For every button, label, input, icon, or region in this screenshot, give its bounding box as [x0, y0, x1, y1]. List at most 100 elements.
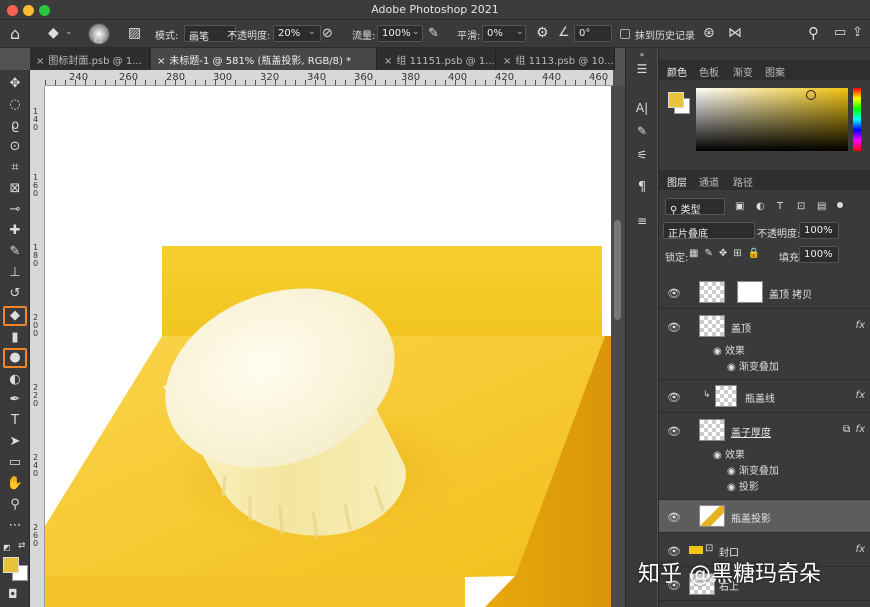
layer-filter-select[interactable]: ⚲ 类型 [665, 198, 725, 216]
color-picker-marker[interactable] [806, 90, 816, 100]
pressure-size-icon[interactable]: ⊛ [703, 25, 715, 41]
effect-drop-shadow[interactable]: ◉ 投影 [727, 478, 759, 493]
layer-row[interactable]: 👁 盖子厚度 ⧉ fx ◉ 效果 ◉ 渐变叠加 ◉ 投影 [659, 414, 870, 500]
eye-icon[interactable]: ◉ [727, 482, 739, 493]
smooth-chevron-icon[interactable]: ⌄ [516, 27, 524, 37]
close-tab-icon[interactable]: × [157, 56, 165, 67]
home-icon[interactable]: ⌂ [10, 24, 20, 43]
eraser-tool-icon[interactable]: ◆ [48, 25, 59, 41]
swap-colors-icon[interactable]: ⇄ [18, 541, 26, 551]
tab-channels[interactable]: 通道 [699, 174, 719, 189]
color-field[interactable] [696, 88, 848, 151]
scrollbar-thumb[interactable] [614, 220, 621, 320]
filter-pixel-icon[interactable]: ▣ [735, 201, 744, 212]
layer-row[interactable]: 👁 ↳ 瓶盖线 fx [659, 380, 870, 413]
collapse-icon[interactable]: » [626, 50, 658, 59]
canvas-scrollbar[interactable] [611, 86, 625, 607]
lock-options-icon[interactable]: ▦✎✥⊞🔒 [689, 248, 766, 259]
effect-gradient-overlay[interactable]: ◉ 渐变叠加 [727, 462, 779, 477]
foreground-color-swatch[interactable] [3, 557, 19, 573]
pressure-opacity-icon[interactable]: ⊘ [322, 26, 333, 41]
fx-icon[interactable]: fx [856, 544, 865, 555]
hue-slider[interactable] [853, 88, 861, 151]
eye-icon[interactable]: ◉ [727, 466, 739, 477]
document-canvas[interactable] [45, 86, 611, 607]
filter-shape-icon[interactable]: ⊡ [797, 201, 805, 212]
tab-patterns[interactable]: 图案 [765, 64, 785, 79]
share-icon[interactable]: ⇪ [852, 25, 863, 40]
dodge-tool-icon[interactable]: ◐ [3, 370, 27, 390]
opacity-chevron-icon[interactable]: ⌄ [308, 27, 316, 37]
quick-mask-icon[interactable]: ◘ [8, 587, 18, 601]
filter-adjust-icon[interactable]: ◐ [756, 201, 765, 212]
close-tab-icon[interactable]: × [384, 56, 392, 67]
search-icon[interactable]: ⚲ [808, 24, 819, 42]
tool-preset-chevron-icon[interactable]: ⌄ [65, 27, 73, 37]
filter-toggle[interactable] [837, 202, 843, 208]
fx-icon[interactable]: fx [856, 390, 865, 401]
flow-chevron-icon[interactable]: ⌄ [412, 27, 420, 37]
layer-opacity-input[interactable]: 100% [799, 222, 839, 239]
gear-icon[interactable]: ⚙ [536, 25, 549, 41]
gradient-tool-icon[interactable]: ▮ [3, 328, 27, 348]
blend-mode-select[interactable]: 正片叠底 [663, 222, 755, 240]
healing-brush-tool-icon[interactable]: ✚ [3, 221, 27, 241]
character-panel-icon[interactable]: A| [626, 101, 658, 115]
adjustments-panel-icon[interactable]: ⚟ [626, 148, 658, 162]
properties-panel-icon[interactable]: ≡ [626, 214, 658, 228]
tab-gradients[interactable]: 渐变 [733, 64, 753, 79]
lasso-tool-icon[interactable]: ϱ [3, 116, 27, 136]
doc-tab[interactable]: × 图标封面.psb @ 1... [30, 48, 150, 70]
doc-tab[interactable]: × 组 1113.psb @ 10... [497, 48, 615, 70]
paragraph-panel-icon[interactable]: ¶ [626, 180, 658, 195]
pen-tool-icon[interactable]: ✒ [3, 390, 27, 410]
default-colors-icon[interactable]: ◩ [3, 543, 11, 552]
tab-layers[interactable]: 图层 [667, 174, 687, 189]
eye-icon[interactable]: ◉ [713, 450, 725, 461]
airbrush-icon[interactable]: ✎ [428, 26, 439, 41]
move-tool-icon[interactable]: ✥ [3, 74, 27, 94]
tab-color[interactable]: 颜色 [667, 64, 687, 79]
crop-tool-icon[interactable]: ⌗ [3, 158, 27, 178]
hand-tool-icon[interactable]: ✋ [3, 474, 27, 494]
rectangle-tool-icon[interactable]: ▭ [3, 453, 27, 473]
layer-row-selected[interactable]: 👁 瓶盖投影 [659, 500, 870, 533]
clone-stamp-tool-icon[interactable]: ⊥ [3, 263, 27, 283]
eye-icon[interactable]: 👁 [667, 287, 681, 300]
angle-input[interactable]: 0° [574, 25, 612, 42]
effect-gradient-overlay[interactable]: ◉ 渐变叠加 [727, 358, 779, 373]
zoom-tool-icon[interactable]: ⚲ [3, 495, 27, 515]
quick-select-tool-icon[interactable]: ⊙ [3, 137, 27, 157]
marquee-tool-icon[interactable]: ◌ [3, 95, 27, 115]
fx-icon[interactable]: fx [856, 424, 865, 435]
eyedropper-tool-icon[interactable]: ⊸ [3, 200, 27, 220]
fill-input[interactable]: 100% [799, 246, 839, 263]
brush-tool-icon[interactable]: ✎ [3, 242, 27, 262]
layer-row[interactable]: 👁 盖顶 拷贝 [659, 276, 870, 309]
erase-history-checkbox[interactable] [620, 29, 630, 39]
doc-tab-active[interactable]: × 未标题-1 @ 581% (瓶盖投影, RGB/8) * [151, 48, 377, 70]
fx-icon[interactable]: fx [856, 320, 865, 331]
frame-tool-icon[interactable]: ⊠ [3, 179, 27, 199]
type-tool-icon[interactable]: T [3, 411, 27, 431]
close-tab-icon[interactable]: × [503, 56, 511, 67]
tab-paths[interactable]: 路径 [733, 174, 753, 189]
blur-tool-icon[interactable]: ● [3, 348, 27, 368]
eye-icon[interactable]: 👁 [667, 511, 681, 524]
filter-type-icon[interactable]: T [777, 201, 783, 212]
eye-icon[interactable]: 👁 [667, 321, 681, 334]
brush-settings-panel-icon[interactable]: ✎ [626, 124, 658, 138]
eye-icon[interactable]: 👁 [667, 425, 681, 438]
filter-smart-icon[interactable]: ▤ [817, 201, 826, 212]
tab-swatches[interactable]: 色板 [699, 64, 719, 79]
layer-row[interactable]: 👁 盖顶 fx ◉ 效果 ◉ 渐变叠加 [659, 310, 870, 380]
eye-icon[interactable]: ◉ [727, 362, 739, 373]
history-brush-tool-icon[interactable]: ↺ [3, 284, 27, 304]
doc-tab[interactable]: × 组 11151.psb @ 1... [378, 48, 496, 70]
eraser-tool-icon[interactable]: ◆ [3, 306, 27, 326]
eye-icon[interactable]: 👁 [667, 391, 681, 404]
brush-settings-icon[interactable]: ▨ [128, 25, 141, 41]
more-tools-icon[interactable]: ⋯ [3, 516, 27, 536]
eye-icon[interactable]: ◉ [713, 346, 725, 357]
workspace-icon[interactable]: ▭ [834, 25, 846, 40]
